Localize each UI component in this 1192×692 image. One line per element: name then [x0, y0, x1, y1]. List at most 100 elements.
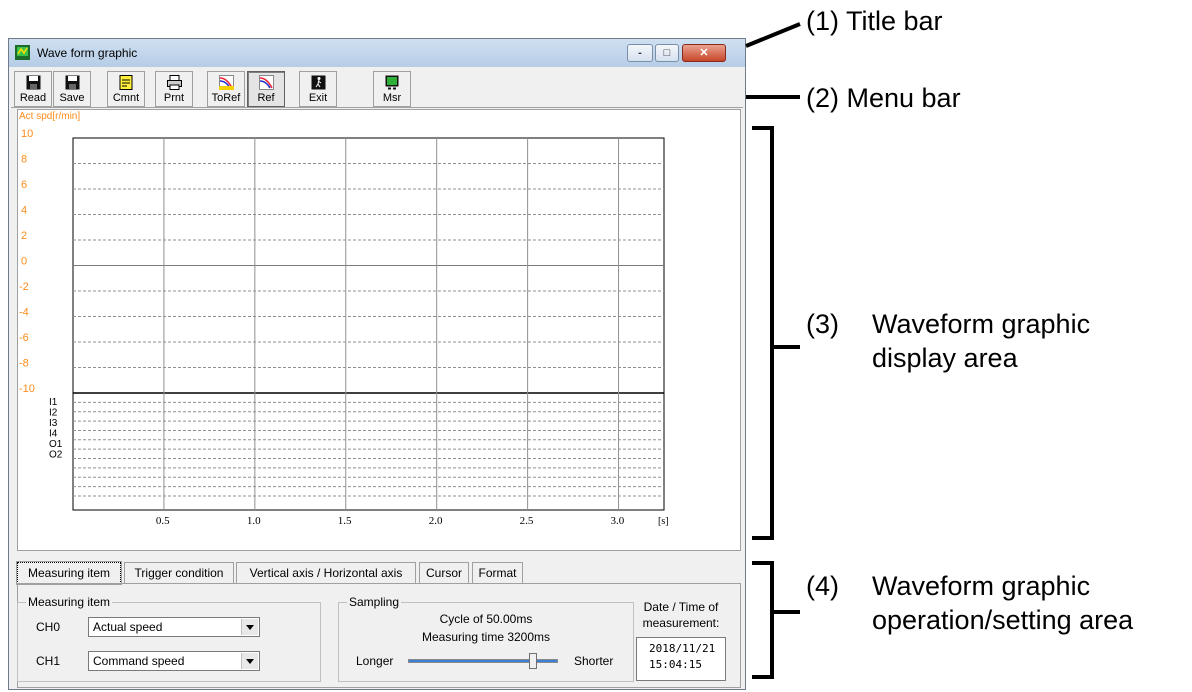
datetime-label-line1: Date / Time of: [643, 600, 719, 614]
minimize-button[interactable]: -: [627, 44, 653, 62]
operation-area-bracket: [752, 561, 774, 679]
y-tick-label: 10: [21, 128, 33, 140]
operation-area-annotation-line1: Waveform graphic: [872, 571, 1091, 601]
operation-area-annotation-number: (4): [806, 571, 839, 601]
digital-channel-label: I3: [49, 418, 58, 429]
print-label: Prnt: [163, 92, 185, 104]
measurement-datetime: 2018/11/21 15:04:15: [636, 637, 726, 681]
read-label: Read: [19, 92, 47, 104]
measurement-time: 15:04:15: [649, 658, 702, 671]
close-button[interactable]: ✕: [682, 44, 726, 62]
y-tick-label: 4: [21, 205, 27, 217]
save-button[interactable]: Save: [53, 71, 91, 107]
menu-bar-annotation: (2) Menu bar: [806, 83, 961, 113]
x-axis-unit: [s]: [658, 516, 669, 527]
to-reference-icon: [219, 75, 234, 90]
sampling-group-title: Sampling: [347, 595, 402, 609]
tab-vertical-horizontal-axis[interactable]: Vertical axis / Horizontal axis: [236, 562, 416, 584]
exit-button[interactable]: Exit: [299, 71, 337, 107]
ch0-select[interactable]: Actual speed: [88, 617, 260, 637]
y-tick-label: 0: [21, 256, 27, 268]
reference-label: Ref: [257, 92, 275, 104]
tab-format[interactable]: Format: [472, 562, 523, 584]
read-button[interactable]: Read: [14, 71, 52, 107]
digital-channel-label: I2: [49, 408, 58, 419]
app-icon: [15, 45, 30, 60]
printer-icon: [167, 75, 182, 90]
menu-bar: Read Save Cmnt Prnt ToRef Ref Exit Msr: [11, 69, 743, 108]
floppy-icon: [65, 75, 80, 90]
close-icon: ✕: [699, 47, 709, 59]
sampling-cycle: Cycle of 50.00ms: [439, 612, 533, 626]
y-tick-label: 6: [21, 179, 27, 191]
ch1-select[interactable]: Command speed: [88, 651, 260, 671]
y-tick-label: -6: [19, 332, 29, 344]
ch0-label: CH0: [36, 620, 61, 634]
display-area-bracket: [752, 126, 774, 540]
measure-button[interactable]: Msr: [373, 71, 411, 107]
exit-icon: [311, 75, 326, 90]
waveform-window: Wave form graphic - □ ✕ Read Save Cmnt P…: [8, 38, 746, 690]
waveform-graph: Act spd[r/min] 10 8 6 4 2 0 -2 -4 -6 -8 -10 I1I2I3I4…: [19, 111, 669, 527]
title-bar[interactable]: Wave form graphic - □ ✕: [9, 39, 745, 67]
y-tick-label: -10: [19, 383, 35, 395]
measurement-date: 2018/11/21: [649, 642, 716, 655]
digital-channel-label: O2: [49, 450, 63, 461]
measure-icon: [385, 75, 399, 90]
x-tick-label: 3.0: [611, 515, 625, 527]
x-tick-label: 1.0: [247, 515, 261, 527]
tab-trigger-condition[interactable]: Trigger condition: [124, 562, 234, 584]
to-reference-button[interactable]: ToRef: [207, 71, 245, 107]
window-title: Wave form graphic: [37, 46, 138, 60]
reference-icon: [259, 75, 274, 90]
title-bar-callout-line: [745, 22, 801, 48]
y-tick-label: -8: [19, 358, 29, 370]
display-area-annotation-line2: display area: [872, 343, 1018, 373]
tab-measuring-item[interactable]: Measuring item: [16, 561, 122, 585]
slider-shorter-label: Shorter: [574, 654, 614, 668]
exit-label: Exit: [308, 92, 328, 104]
waveform-display-area[interactable]: Act spd[r/min] 10 8 6 4 2 0 -2 -4 -6 -8 -10 I1 I2 I3 I4…: [17, 109, 741, 551]
slider-longer-label: Longer: [356, 654, 394, 668]
sampling-slider[interactable]: [408, 653, 558, 669]
ch0-value: Actual speed: [93, 620, 163, 634]
slider-thumb[interactable]: [528, 653, 537, 669]
y-tick-label: 8: [21, 154, 27, 166]
chevron-down-icon[interactable]: [241, 619, 258, 635]
reference-button[interactable]: Ref: [247, 71, 285, 107]
to-reference-label: ToRef: [211, 92, 241, 104]
floppy-icon: [26, 75, 41, 90]
maximize-button[interactable]: □: [655, 44, 679, 62]
display-area-annotation-number: (3): [806, 309, 839, 339]
measuring-item-group-title: Measuring item: [26, 595, 113, 609]
save-label: Save: [59, 92, 85, 104]
comment-button[interactable]: Cmnt: [107, 71, 145, 107]
title-bar-annotation: (1) Title bar: [806, 6, 943, 36]
sampling-measuring-time: Measuring time 3200ms: [421, 630, 551, 644]
x-tick-label: 2.5: [520, 515, 534, 527]
digital-channel-label: I1: [49, 397, 58, 408]
chevron-down-icon[interactable]: [241, 653, 258, 669]
measure-label: Msr: [382, 92, 402, 104]
x-tick-label: 0.5: [156, 515, 170, 527]
digital-channel-label: O1: [49, 439, 63, 450]
ch1-value: Command speed: [93, 654, 185, 668]
y-axis-title: Act spd[r/min]: [19, 111, 80, 122]
operation-area-annotation-line2: operation/setting area: [872, 605, 1134, 635]
minimize-icon: -: [638, 47, 642, 59]
datetime-label-line2: measurement:: [642, 616, 720, 630]
note-icon: [119, 75, 133, 90]
maximize-icon: □: [663, 47, 671, 59]
display-area-annotation-line1: Waveform graphic: [872, 309, 1091, 339]
x-tick-label: 1.5: [338, 515, 352, 527]
digital-channel-label: I4: [49, 429, 58, 440]
plot-frame: [72, 137, 665, 511]
y-tick-label: 2: [21, 230, 27, 242]
ch1-label: CH1: [36, 654, 61, 668]
comment-label: Cmnt: [112, 92, 140, 104]
y-tick-label: -2: [19, 281, 29, 293]
tab-cursor[interactable]: Cursor: [419, 562, 469, 584]
print-button[interactable]: Prnt: [155, 71, 193, 107]
x-tick-label: 2.0: [429, 515, 443, 527]
y-tick-label: -4: [19, 307, 29, 319]
